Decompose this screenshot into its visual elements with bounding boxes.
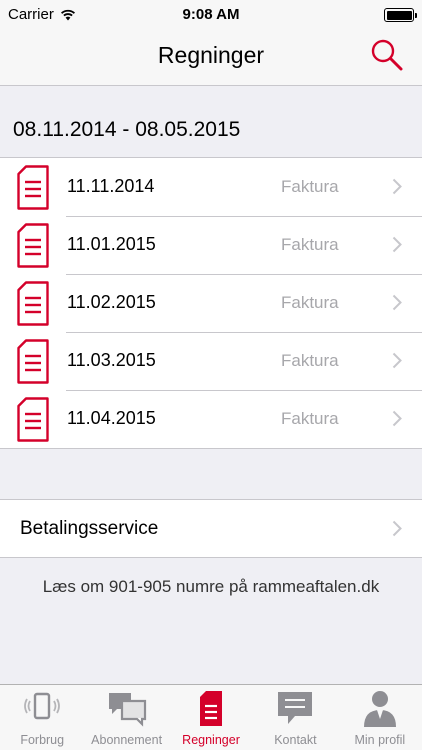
tab-label: Regninger — [182, 733, 240, 747]
page-title: Regninger — [157, 42, 265, 68]
battery-icon — [384, 8, 417, 22]
tab-label: Abonnement — [91, 733, 163, 747]
invoice-type: Faktura — [281, 177, 339, 196]
invoice-type: Faktura — [281, 409, 339, 428]
invoice-type: Faktura — [281, 351, 339, 370]
invoice-date: 11.01.2015 — [67, 234, 156, 254]
invoice-row[interactable]: 11.04.2015 Faktura — [0, 390, 422, 448]
chevron-right-icon — [392, 178, 402, 195]
invoice-date: 11.11.2014 — [67, 176, 155, 196]
chevron-right-icon — [392, 294, 402, 311]
invoice-type: Faktura — [281, 293, 339, 312]
tab-label: Forbrug — [20, 733, 65, 747]
invoice-document-icon — [17, 165, 49, 210]
tab-regninger[interactable]: Regninger — [169, 685, 253, 750]
invoice-document-icon — [17, 281, 49, 326]
invoice-date: 11.03.2015 — [67, 350, 156, 370]
status-bar: Carrier 9:08 AM — [0, 0, 422, 30]
chevron-right-icon — [392, 352, 402, 369]
chat-bubbles-icon — [108, 693, 146, 727]
nav-bar: Regninger — [0, 30, 422, 86]
betalingsservice-label: Betalingsservice — [20, 518, 159, 539]
invoice-row[interactable]: 11.03.2015 Faktura — [0, 332, 422, 390]
chevron-right-icon — [392, 236, 402, 253]
chevron-right-icon — [392, 520, 402, 537]
tab-bar: Forbrug Abonnement Regninger Kontakt Min… — [0, 684, 422, 750]
document-icon — [200, 691, 223, 726]
tab-abonnement[interactable]: Abonnement — [84, 685, 168, 750]
tab-forbrug[interactable]: Forbrug — [0, 685, 84, 750]
period-heading: 08.11.2014 - 08.05.2015 — [13, 118, 241, 141]
phone-icon — [24, 692, 61, 720]
invoice-date: 11.02.2015 — [67, 292, 156, 312]
tab-label: Kontakt — [274, 733, 317, 747]
tab-label: Min profil — [354, 733, 406, 747]
invoice-list: 11.11.2014 Faktura 11.01.2015 Faktura 11… — [0, 157, 422, 449]
invoice-row[interactable]: 11.02.2015 Faktura — [0, 274, 422, 332]
invoice-type: Faktura — [281, 235, 339, 254]
info-link-text[interactable]: Læs om 901-905 numre på rammeaftalen.dk — [0, 577, 422, 597]
invoice-date: 11.04.2015 — [67, 408, 156, 428]
tab-kontakt[interactable]: Kontakt — [253, 685, 337, 750]
invoice-row[interactable]: 11.11.2014 Faktura — [0, 158, 422, 216]
betalingsservice-row[interactable]: Betalingsservice — [0, 499, 422, 558]
invoice-document-icon — [17, 223, 49, 268]
chat-bubble-icon — [278, 692, 313, 724]
invoice-document-icon — [17, 397, 49, 442]
tab-min-profil[interactable]: Min profil — [338, 685, 422, 750]
search-icon[interactable] — [370, 38, 404, 72]
invoice-document-icon — [17, 339, 49, 384]
invoice-row[interactable]: 11.01.2015 Faktura — [0, 216, 422, 274]
chevron-right-icon — [392, 410, 402, 427]
person-icon — [363, 691, 396, 727]
status-time: 9:08 AM — [182, 6, 240, 23]
